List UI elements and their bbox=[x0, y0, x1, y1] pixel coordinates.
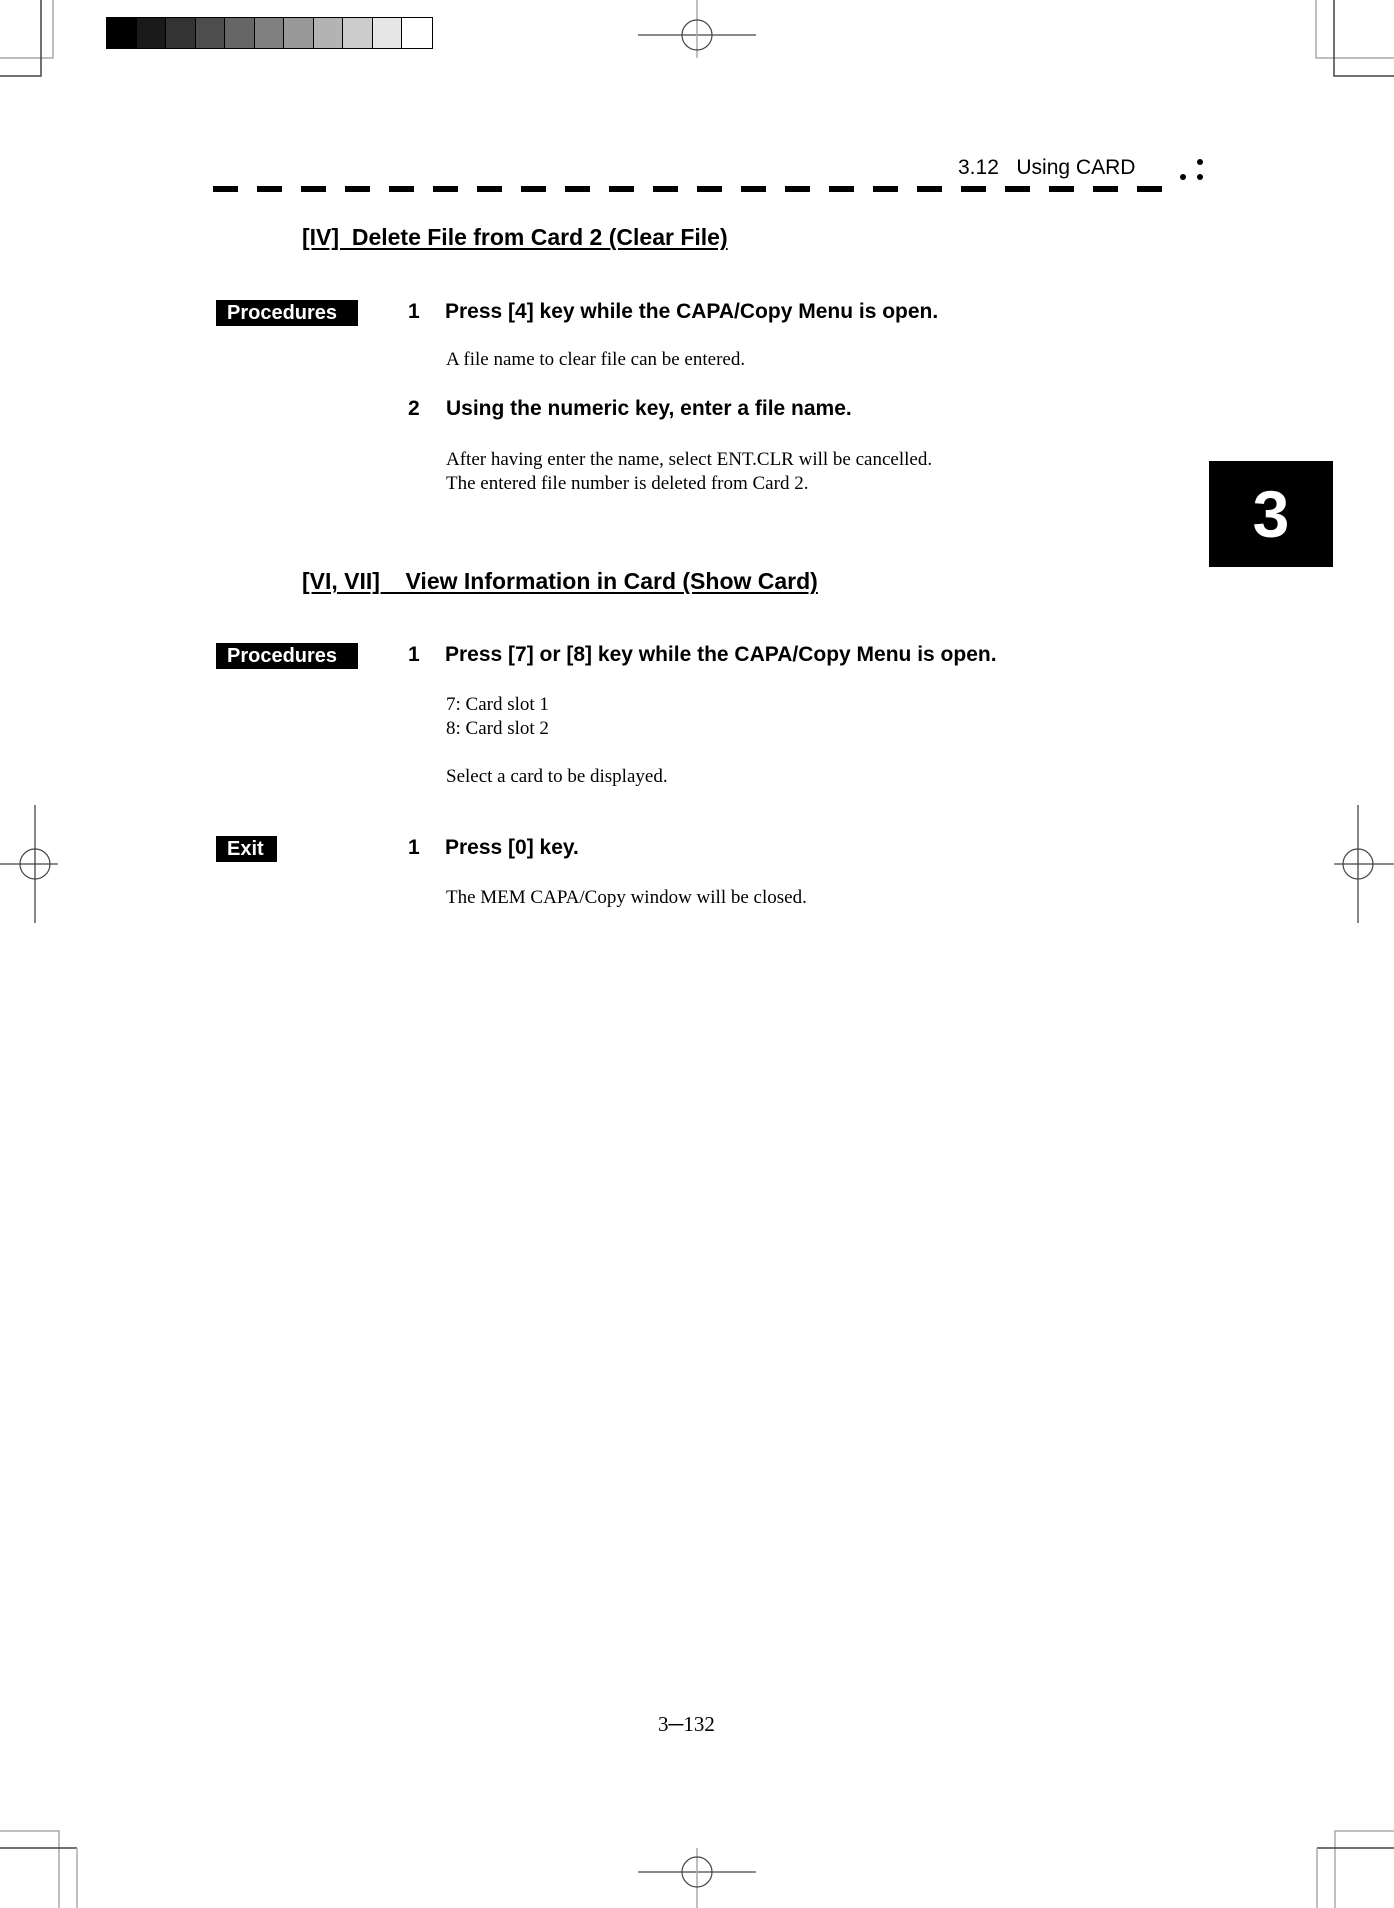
crop-mark-top-right bbox=[1315, 0, 1394, 77]
step-text: Press [7] or [8] key while the CAPA/Copy… bbox=[445, 643, 997, 666]
color-swatch bbox=[313, 18, 343, 48]
color-swatch bbox=[372, 18, 402, 48]
color-swatch bbox=[166, 18, 196, 48]
section-title-show-card: [VI, VII] View Information in Card (Show… bbox=[302, 568, 818, 594]
crop-mark-top-left bbox=[0, 0, 54, 77]
header-dash bbox=[1137, 186, 1162, 192]
step-number: 1 bbox=[408, 836, 420, 859]
header-dash bbox=[213, 186, 238, 192]
header-dash bbox=[433, 186, 458, 192]
header-dash bbox=[609, 186, 634, 192]
header-dash bbox=[1005, 186, 1030, 192]
color-swatch bbox=[402, 18, 432, 48]
step-text: Press [0] key. bbox=[445, 836, 579, 859]
step-description: The entered file number is deleted from … bbox=[446, 473, 809, 494]
header-dash bbox=[257, 186, 282, 192]
step-number: 1 bbox=[408, 643, 420, 666]
registration-mark-right bbox=[1334, 805, 1394, 923]
header-dash bbox=[1049, 186, 1074, 192]
header-dash bbox=[477, 186, 502, 192]
header-dash bbox=[961, 186, 986, 192]
color-swatch bbox=[107, 18, 137, 48]
step-description: The MEM CAPA/Copy window will be closed. bbox=[446, 887, 807, 908]
crop-mark-bottom-left bbox=[0, 1830, 78, 1908]
color-swatch bbox=[343, 18, 373, 48]
header-dash bbox=[829, 186, 854, 192]
section-title-clear-file: [IV] Delete File from Card 2 (Clear File… bbox=[302, 224, 728, 250]
header-dash bbox=[917, 186, 942, 192]
header-dash bbox=[741, 186, 766, 192]
registration-mark-top bbox=[638, 0, 756, 58]
header-dash bbox=[873, 186, 898, 192]
registration-mark-bottom bbox=[638, 1848, 756, 1908]
header-dot bbox=[1180, 174, 1186, 180]
step-number: 1 bbox=[408, 300, 420, 323]
procedures-badge: Procedures bbox=[216, 300, 358, 326]
header-dot bbox=[1197, 159, 1203, 165]
header-dash bbox=[785, 186, 810, 192]
crop-mark-bottom-right bbox=[1316, 1830, 1394, 1908]
color-swatch bbox=[136, 18, 166, 48]
running-header: 3.12 Using CARD bbox=[958, 156, 1136, 179]
registration-mark-left bbox=[0, 805, 58, 923]
step-description: Select a card to be displayed. bbox=[446, 766, 668, 787]
header-dash bbox=[301, 186, 326, 192]
header-dash bbox=[345, 186, 370, 192]
color-swatch bbox=[195, 18, 225, 48]
header-dot bbox=[1197, 174, 1203, 180]
header-dash bbox=[1093, 186, 1118, 192]
step-description: A file name to clear file can be entered… bbox=[446, 349, 746, 370]
header-dash bbox=[653, 186, 678, 192]
step-text: Using the numeric key, enter a file name… bbox=[446, 397, 852, 420]
header-dash bbox=[389, 186, 414, 192]
chapter-tab: 3 bbox=[1209, 461, 1333, 567]
color-calibration-bar bbox=[106, 17, 433, 49]
color-swatch bbox=[254, 18, 284, 48]
step-text: Press [4] key while the CAPA/Copy Menu i… bbox=[445, 300, 939, 323]
exit-badge: Exit bbox=[216, 836, 277, 862]
step-description: After having enter the name, select ENT.… bbox=[446, 449, 933, 470]
step-description: 8: Card slot 2 bbox=[446, 718, 549, 739]
header-dash bbox=[697, 186, 722, 192]
header-dash bbox=[521, 186, 546, 192]
print-marks bbox=[0, 0, 1394, 1908]
procedures-badge: Procedures bbox=[216, 643, 358, 669]
step-description: 7: Card slot 1 bbox=[446, 694, 549, 715]
color-swatch bbox=[225, 18, 255, 48]
step-number: 2 bbox=[408, 397, 420, 420]
page-number: 3─132 bbox=[658, 1712, 715, 1736]
header-dash bbox=[565, 186, 590, 192]
color-swatch bbox=[284, 18, 314, 48]
